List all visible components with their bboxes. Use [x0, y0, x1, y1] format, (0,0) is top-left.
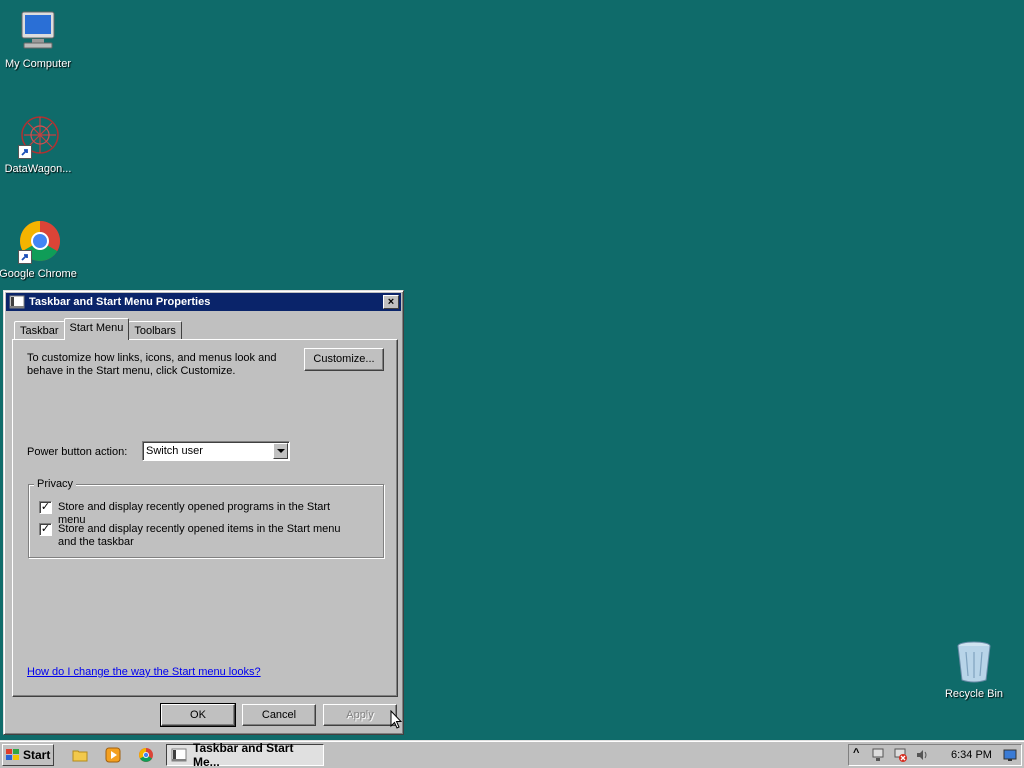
desktop-icon-google-chrome[interactable]: Google Chrome	[0, 218, 78, 280]
desktop-icon-label: My Computer	[4, 58, 72, 70]
apply-button[interactable]: Apply	[323, 704, 397, 726]
windows-flag-icon	[6, 749, 20, 761]
power-button-select[interactable]: Switch user	[142, 441, 290, 461]
ok-button[interactable]: OK	[160, 703, 236, 727]
start-menu-panel: To customize how links, icons, and menus…	[12, 339, 398, 697]
chevron-down-icon[interactable]	[273, 443, 288, 459]
tab-taskbar[interactable]: Taskbar	[14, 321, 65, 340]
explorer-icon[interactable]	[72, 747, 88, 763]
desktop-icon-label: DataWagon...	[4, 163, 72, 175]
shortcut-arrow-icon	[18, 145, 32, 159]
tab-strip: Taskbar Start Menu Toolbars	[14, 318, 182, 340]
computer-icon	[14, 8, 62, 56]
tab-toolbars[interactable]: Toolbars	[128, 321, 182, 340]
privacy-group-title: Privacy	[34, 478, 77, 490]
clock[interactable]: 6:34 PM	[951, 749, 992, 761]
taskbar: Start Taskbar and Start Me... ^ 6:34 PM	[0, 740, 1024, 768]
help-link[interactable]: How do I change the way the Start menu l…	[27, 666, 261, 678]
start-button[interactable]: Start	[2, 744, 54, 766]
customize-description: To customize how links, icons, and menus…	[27, 352, 277, 377]
customize-button[interactable]: Customize...	[304, 348, 384, 371]
taskbar-properties-icon	[9, 295, 25, 309]
chrome-icon[interactable]	[138, 747, 154, 763]
title-bar[interactable]: Taskbar and Start Menu Properties ×	[6, 293, 401, 311]
taskbar-properties-dialog: Taskbar and Start Menu Properties × Task…	[3, 290, 404, 735]
taskbar-window-label: Taskbar and Start Me...	[193, 741, 294, 768]
taskbar-window-button[interactable]: Taskbar and Start Me...	[166, 741, 324, 768]
close-button[interactable]: ×	[383, 295, 399, 309]
desktop-icon[interactable]	[1003, 748, 1017, 762]
privacy-group: Privacy ✓ Store and display recently ope…	[28, 478, 384, 558]
desktop-icon-label: Google Chrome	[0, 268, 77, 280]
recycle-bin-icon	[950, 638, 998, 686]
tray-expand-icon[interactable]: ^	[853, 747, 867, 761]
chrome-icon	[14, 218, 62, 266]
mouse-cursor-icon	[390, 709, 403, 730]
desktop-icon-datawagon[interactable]: DataWagon...	[0, 113, 78, 175]
volume-icon[interactable]	[915, 748, 929, 762]
cancel-button[interactable]: Cancel	[242, 704, 316, 726]
checkbox-recent-programs[interactable]: ✓	[39, 501, 52, 514]
datawagon-icon	[14, 113, 62, 161]
taskbar-properties-icon	[171, 748, 187, 762]
checkbox-recent-items[interactable]: ✓	[39, 523, 52, 536]
power-button-value: Switch user	[146, 445, 203, 457]
tab-start-menu[interactable]: Start Menu	[63, 318, 130, 340]
network-error-icon[interactable]	[893, 748, 907, 762]
desktop-icon-label: Recycle Bin	[944, 688, 1004, 700]
power-button-label: Power button action:	[27, 446, 128, 458]
start-label: Start	[23, 748, 51, 762]
network-icon[interactable]	[871, 748, 885, 762]
window-title: Taskbar and Start Menu Properties	[29, 296, 211, 308]
system-tray: ^ 6:34 PM	[848, 744, 1022, 766]
media-player-icon[interactable]	[105, 747, 121, 763]
privacy-option-items[interactable]: ✓ Store and display recently opened item…	[39, 523, 358, 549]
shortcut-arrow-icon	[18, 250, 32, 264]
checkbox-label: Store and display recently opened items …	[58, 523, 341, 548]
desktop-icon-my-computer[interactable]: My Computer	[0, 8, 78, 70]
desktop-icon-recycle-bin[interactable]: Recycle Bin	[934, 638, 1014, 700]
